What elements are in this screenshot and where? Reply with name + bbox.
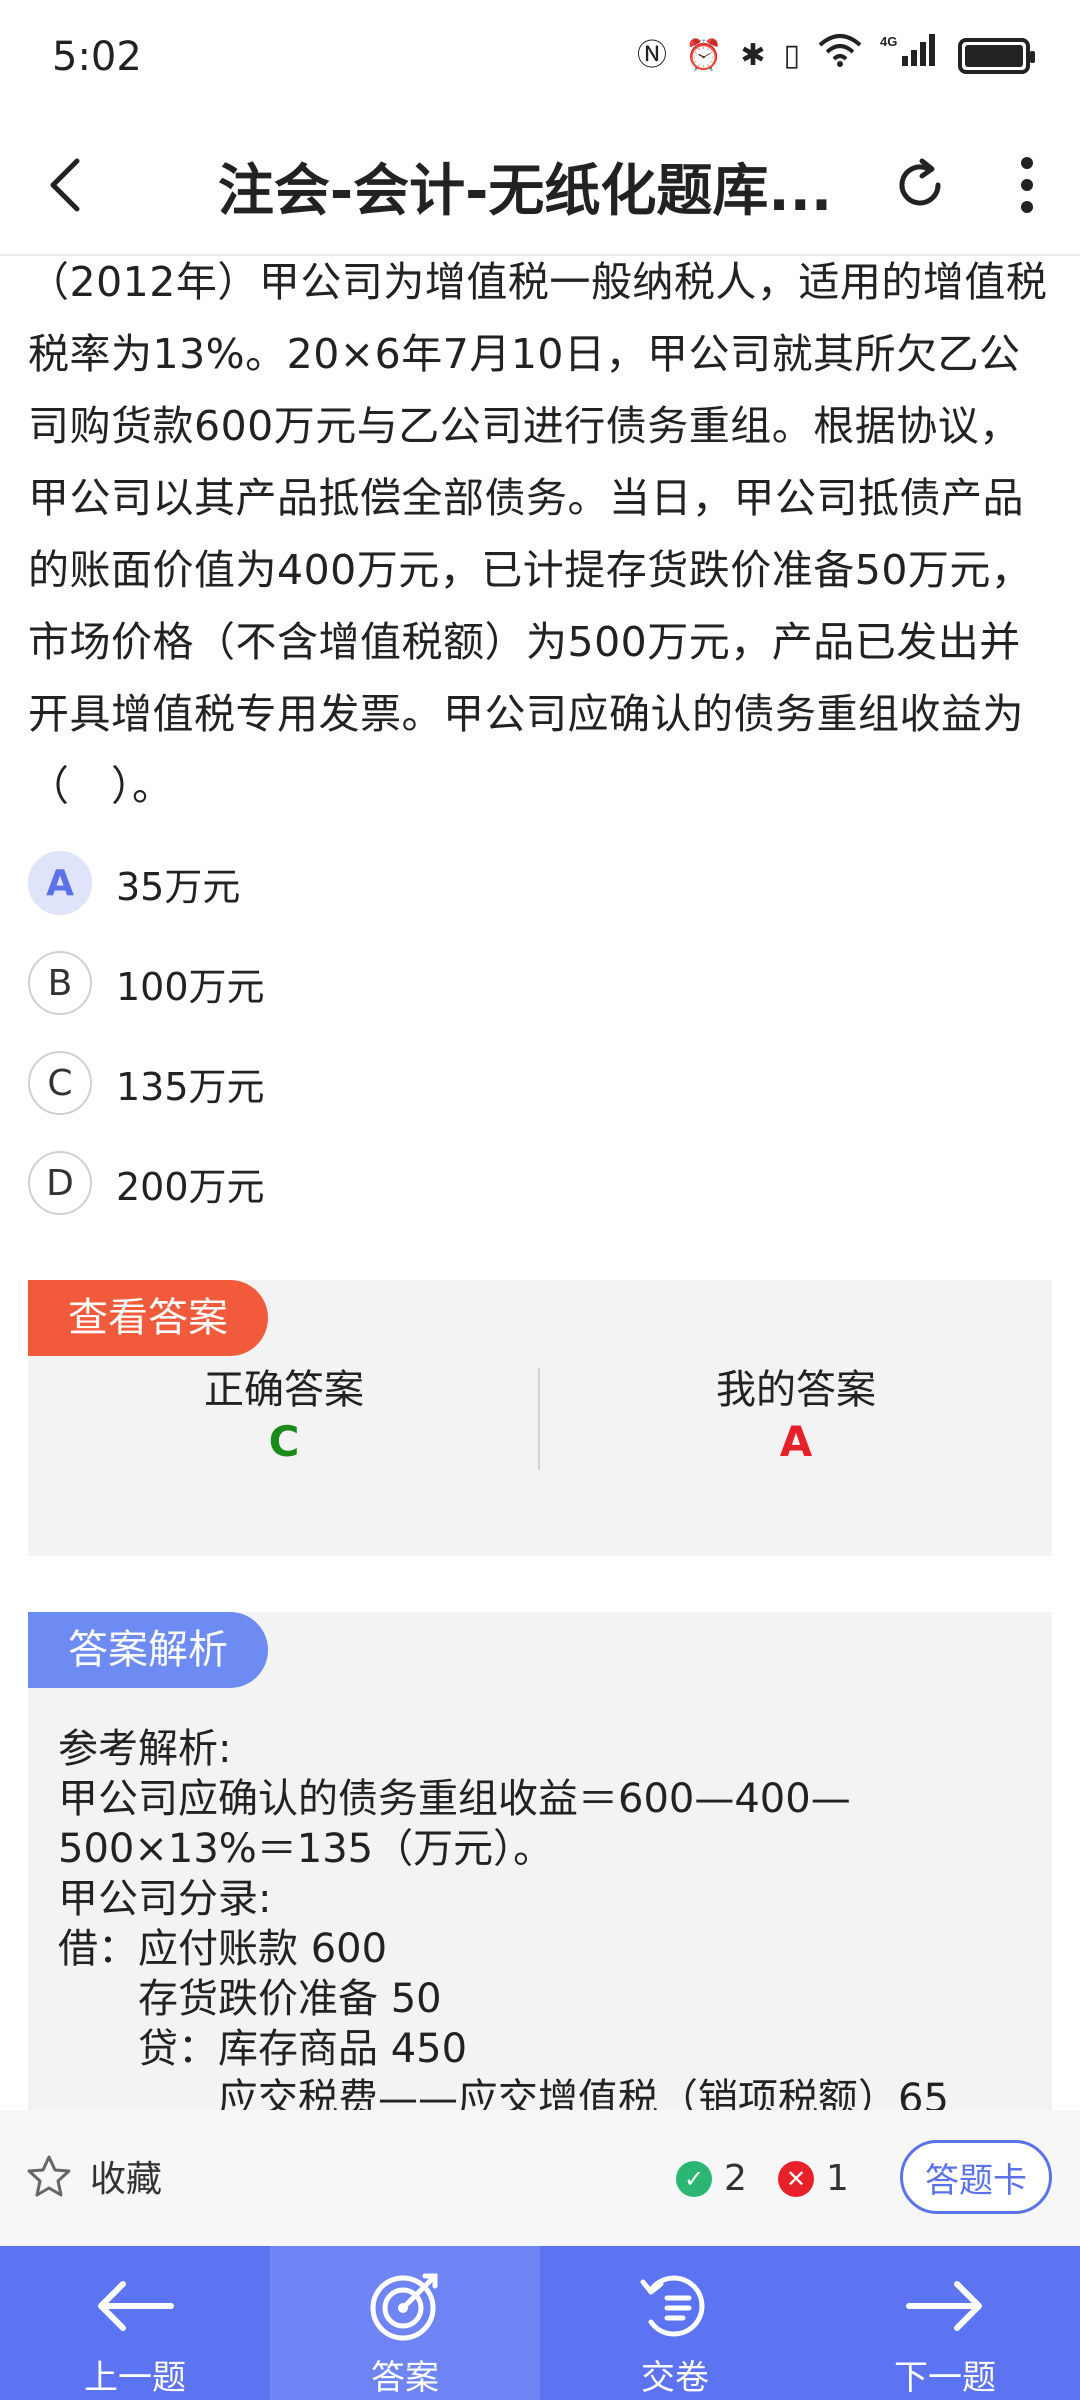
correct-answer-label: 正确答案	[204, 1367, 364, 1413]
prev-question-button[interactable]: 上一题	[0, 2246, 270, 2400]
signal-icon: 4G	[880, 32, 940, 81]
my-answer-label: 我的答案	[716, 1367, 876, 1413]
analysis-line: 参考解析:	[58, 1726, 232, 1772]
alarm-icon: ⏰	[684, 38, 723, 73]
answer-nav-button[interactable]: 答案	[270, 2246, 540, 2400]
answer-nav-label: 答案	[371, 2358, 439, 2398]
option-letter: C	[28, 1051, 92, 1115]
option-d[interactable]: D 200万元	[28, 1150, 265, 1216]
submit-button[interactable]: 交卷	[540, 2246, 810, 2400]
option-letter: D	[28, 1151, 92, 1215]
arrow-left-icon	[93, 2268, 177, 2344]
question-text: （2012年）甲公司为增值税一般纳税人，适用的增值税税率为13%。20×6年7月…	[28, 258, 1048, 810]
battery-icon	[958, 38, 1035, 74]
bluetooth-icon: ✱	[740, 38, 766, 73]
option-text: 200万元	[116, 1164, 265, 1209]
answer-card-button[interactable]: 答题卡	[900, 2140, 1052, 2214]
status-time: 5:02	[52, 34, 142, 80]
chevron-left-icon	[50, 158, 80, 212]
option-text: 135万元	[116, 1064, 265, 1109]
analysis-line: 甲公司应确认的债务重组收益＝600—400—	[58, 1776, 851, 1822]
bottom-action-bar: 收藏 ✓ 2 ✕ 1 答题卡	[0, 2110, 1080, 2246]
target-icon	[363, 2268, 447, 2344]
favorite-label: 收藏	[90, 2159, 163, 2200]
analysis-line: 借：应付账款 600	[58, 1926, 388, 1972]
next-question-label: 下一题	[894, 2358, 996, 2398]
option-b[interactable]: B 100万元	[28, 950, 265, 1016]
correct-stat: ✓ 2	[676, 2158, 747, 2199]
refresh-icon	[899, 158, 941, 206]
check-icon: ✓	[676, 2160, 712, 2197]
app-header: 注会-会计-无纸化题库...	[0, 110, 1080, 256]
page-title: 注会-会计-无纸化题库...	[217, 159, 833, 224]
wifi-icon	[818, 33, 862, 80]
analysis-line: 甲公司分录:	[58, 1876, 272, 1922]
analysis-line: 500×13%＝135（万元）。	[58, 1826, 554, 1872]
status-bar: 5:02 Ⓝ ⏰ ✱ ▯ 4G	[0, 0, 1080, 110]
back-button[interactable]	[30, 150, 100, 220]
option-text: 100万元	[116, 964, 265, 1009]
vibrate-icon: ▯	[783, 38, 800, 73]
analysis-line: 贷：库存商品 450	[58, 2026, 468, 2072]
cross-icon: ✕	[778, 2160, 814, 2197]
my-answer-value: A	[779, 1417, 813, 1466]
next-question-button[interactable]: 下一题	[810, 2246, 1080, 2400]
correct-answer: 正确答案 C	[28, 1364, 540, 1468]
arrow-right-icon	[903, 2268, 987, 2344]
correct-answer-value: C	[268, 1417, 300, 1466]
option-letter: B	[28, 951, 92, 1015]
favorite-button[interactable]: 收藏	[26, 2150, 162, 2202]
wrong-count: 1	[826, 2158, 849, 2199]
more-vertical-icon	[1021, 157, 1033, 213]
status-icons: Ⓝ ⏰ ✱ ▯ 4G	[636, 32, 1035, 81]
option-a[interactable]: A 35万元	[28, 850, 240, 916]
bottom-nav: 上一题 答案 交卷 下一题	[0, 2246, 1080, 2400]
correct-count: 2	[724, 2158, 747, 2199]
option-text: 35万元	[116, 864, 241, 909]
wrong-stat: ✕ 1	[778, 2158, 849, 2199]
analysis-line: 存货跌价准备 50	[58, 1976, 442, 2022]
analysis-content: 参考解析: 甲公司应确认的债务重组收益＝600—400— 500×13%＝135…	[58, 1724, 1018, 2112]
network-type-label: 4G	[880, 34, 897, 49]
prev-question-label: 上一题	[84, 2358, 186, 2398]
analysis-tag: 答案解析	[28, 1612, 268, 1688]
analysis-panel: 答案解析 参考解析: 甲公司应确认的债务重组收益＝600—400— 500×13…	[28, 1612, 1052, 2112]
submit-icon	[633, 2268, 717, 2344]
submit-label: 交卷	[641, 2358, 709, 2398]
refresh-button[interactable]	[885, 150, 955, 220]
my-answer: 我的答案 A	[540, 1364, 1052, 1468]
answer-panel: 查看答案 正确答案 C 我的答案 A	[28, 1280, 1052, 1556]
option-c[interactable]: C 135万元	[28, 1050, 265, 1116]
analysis-line: 应交税费——应交增值税（销项税额）65	[58, 2076, 949, 2112]
view-answer-tag[interactable]: 查看答案	[28, 1280, 268, 1356]
option-letter: A	[28, 851, 92, 915]
more-button[interactable]	[1000, 150, 1054, 220]
star-icon	[27, 2155, 71, 2197]
nfc-icon: Ⓝ	[636, 38, 667, 73]
